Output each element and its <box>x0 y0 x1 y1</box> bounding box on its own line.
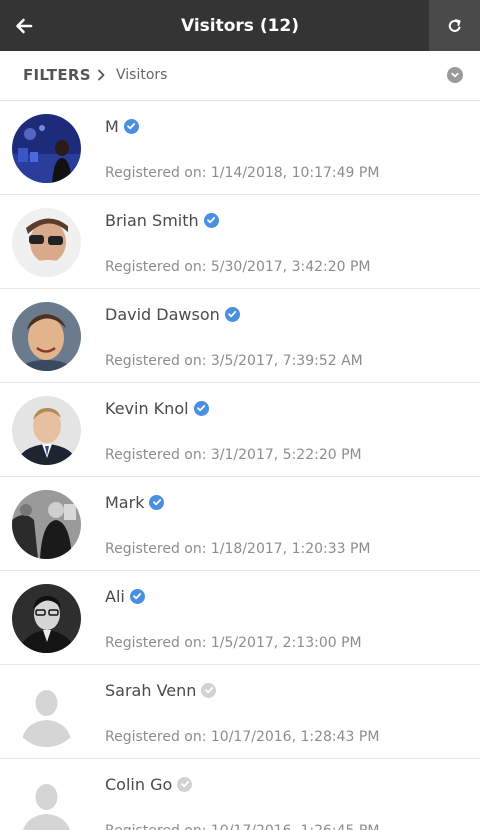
chevron-down-circle-icon <box>451 72 459 78</box>
verified-check-icon <box>129 588 145 604</box>
verified-check-icon <box>224 306 240 322</box>
page-title: Visitors (12) <box>180 15 300 36</box>
registration-date: Registered on: 1/18/2017, 1:20:33 PM <box>105 541 371 557</box>
refresh-icon <box>448 18 461 32</box>
avatar[interactable] <box>12 396 81 465</box>
unverified-check-icon <box>201 682 217 698</box>
unverified-check-icon <box>177 776 193 792</box>
visitor-name: Ali <box>105 586 125 606</box>
filter-breadcrumb-bar: FILTERS Visitors <box>0 51 480 101</box>
visitor-name: Colin Go <box>105 774 173 794</box>
avatar-image <box>12 208 81 277</box>
visitor-name: Brian Smith <box>105 210 199 230</box>
back-button[interactable] <box>0 0 48 51</box>
avatar-image <box>12 490 81 559</box>
avatar-image <box>12 114 81 183</box>
verified-check-icon <box>123 118 139 134</box>
breadcrumb-separator <box>96 51 106 99</box>
visitor-row[interactable]: Ali Registered on: 1/5/2017, 2:13:00 PM <box>0 571 480 665</box>
registration-date: Registered on: 1/5/2017, 2:13:00 PM <box>105 635 362 651</box>
visitor-name-line: David Dawson <box>105 303 240 325</box>
app-header: Visitors (12) <box>0 0 480 51</box>
avatar[interactable] <box>12 114 81 183</box>
avatar-image <box>12 584 81 653</box>
visitor-row[interactable]: Colin Go Registered on: 10/17/2016, 1:26:… <box>0 759 480 830</box>
breadcrumb-current: Visitors <box>116 67 168 83</box>
visitor-name: Sarah Venn <box>105 680 197 700</box>
visitor-name-line: M <box>105 115 139 137</box>
verified-check-icon <box>149 494 165 510</box>
avatar-image <box>12 678 81 747</box>
visitor-name-line: Ali <box>105 585 145 607</box>
avatar-image <box>12 396 81 465</box>
visitor-name-line: Mark <box>105 491 165 513</box>
avatar[interactable] <box>12 490 81 559</box>
refresh-button[interactable] <box>429 0 480 51</box>
avatar[interactable] <box>12 678 81 747</box>
registration-date: Registered on: 10/17/2016, 1:28:43 PM <box>105 729 380 745</box>
visitor-list: M Registered on: 1/14/2018, 10:17:49 PM Br… <box>0 101 480 830</box>
avatar[interactable] <box>12 302 81 371</box>
visitor-row[interactable]: Brian Smith Registered on: 5/30/2017, 3:4… <box>0 195 480 289</box>
filter-dropdown-toggle[interactable] <box>447 67 463 83</box>
visitor-row[interactable]: Mark Registered on: 1/18/2017, 1:20:33 PM <box>0 477 480 571</box>
visitor-name-line: Kevin Knol <box>105 397 209 419</box>
visitor-row[interactable]: Kevin Knol Registered on: 3/1/2017, 5:22:… <box>0 383 480 477</box>
avatar-image <box>12 772 81 830</box>
visitor-name-line: Brian Smith <box>105 209 219 231</box>
avatar-image <box>12 302 81 371</box>
visitor-name: David Dawson <box>105 304 220 324</box>
arrow-left-icon <box>16 18 33 33</box>
visitor-name: Mark <box>105 492 145 512</box>
visitor-name-line: Sarah Venn <box>105 679 217 701</box>
chevron-right-icon <box>98 69 105 81</box>
registration-date: Registered on: 10/17/2016, 1:26:45 PM <box>105 821 379 830</box>
avatar[interactable] <box>12 772 81 830</box>
visitor-row[interactable]: David Dawson Registered on: 3/5/2017, 7:3… <box>0 289 480 383</box>
visitor-row[interactable]: M Registered on: 1/14/2018, 10:17:49 PM <box>0 101 480 195</box>
registration-date: Registered on: 1/14/2018, 10:17:49 PM <box>105 165 380 181</box>
verified-check-icon <box>193 400 209 416</box>
visitor-name: Kevin Knol <box>105 398 189 418</box>
visitor-row[interactable]: Sarah Venn Registered on: 10/17/2016, 1:2… <box>0 665 480 759</box>
registration-date: Registered on: 3/1/2017, 5:22:20 PM <box>105 447 362 463</box>
visitor-name: M <box>105 116 119 136</box>
verified-check-icon <box>203 212 219 228</box>
visitor-name-line: Colin Go <box>105 773 193 795</box>
avatar[interactable] <box>12 208 81 277</box>
avatar[interactable] <box>12 584 81 653</box>
filters-link[interactable]: FILTERS <box>23 51 91 99</box>
registration-date: Registered on: 3/5/2017, 7:39:52 AM <box>105 353 363 369</box>
registration-date: Registered on: 5/30/2017, 3:42:20 PM <box>105 259 371 275</box>
